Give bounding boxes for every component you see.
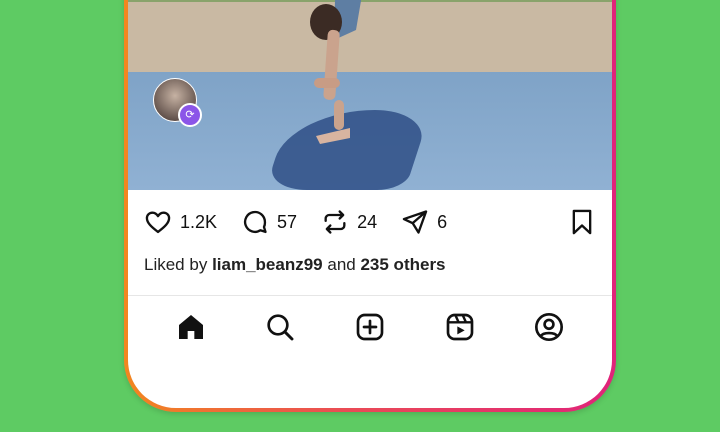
- bookmark-icon: [572, 209, 592, 235]
- create-icon: [356, 313, 384, 341]
- heart-icon: [145, 211, 171, 234]
- repost-icon: [324, 210, 346, 234]
- liked-by-prefix: Liked by: [144, 255, 208, 274]
- share-button[interactable]: 6: [401, 208, 447, 236]
- repost-badge-icon: ⟳: [178, 103, 202, 127]
- divider: [128, 295, 612, 296]
- share-count[interactable]: 6: [437, 212, 447, 233]
- repost-count[interactable]: 24: [357, 212, 377, 233]
- image-person: [310, 0, 362, 144]
- liked-by-and: and: [327, 255, 356, 274]
- reels-icon: [446, 313, 473, 341]
- comment-button[interactable]: 57: [241, 208, 297, 236]
- repost-button[interactable]: 24: [321, 208, 377, 236]
- nav-search[interactable]: [263, 310, 297, 344]
- nav-profile[interactable]: [532, 310, 566, 344]
- profile-icon: [535, 313, 564, 341]
- nav-create[interactable]: [353, 310, 387, 344]
- comment-icon: [243, 210, 267, 234]
- like-count[interactable]: 1.2K: [180, 212, 217, 233]
- nav-reels[interactable]: [443, 310, 477, 344]
- liked-by-text: Liked by liam_beanz99 and 235 others: [144, 255, 446, 275]
- share-icon: [402, 210, 428, 234]
- like-button[interactable]: 1.2K: [144, 208, 217, 236]
- search-icon: [267, 314, 294, 341]
- nav-home[interactable]: [174, 310, 208, 344]
- comment-count[interactable]: 57: [277, 212, 297, 233]
- phone-frame: ⟳ 1.2K 57 24 6 Liked by liam_beanz99 and…: [124, 0, 616, 412]
- image-wall: [128, 2, 612, 82]
- home-icon: [178, 315, 203, 339]
- save-button[interactable]: [568, 208, 596, 236]
- bottom-nav: [128, 310, 612, 354]
- liked-by-user-link[interactable]: liam_beanz99: [212, 255, 323, 274]
- post-actions: 1.2K 57 24 6: [144, 206, 471, 238]
- post-image[interactable]: ⟳: [128, 0, 612, 190]
- liked-by-others-link[interactable]: 235 others: [360, 255, 445, 274]
- app-screen: ⟳ 1.2K 57 24 6 Liked by liam_beanz99 and…: [128, 0, 612, 408]
